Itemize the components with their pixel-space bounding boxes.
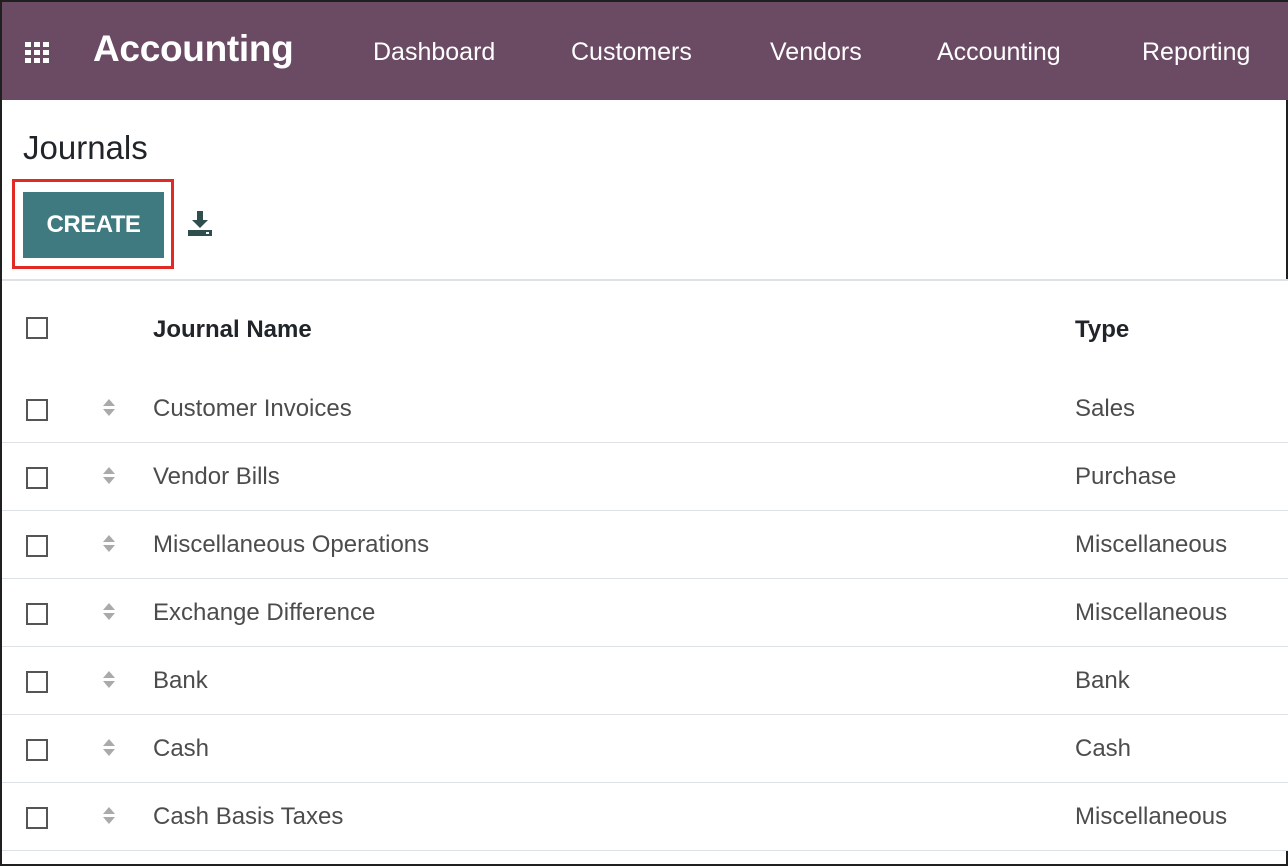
table-row[interactable]: Exchange Difference Miscellaneous: [2, 579, 1288, 647]
drag-handle-icon[interactable]: [103, 671, 115, 691]
drag-handle-icon[interactable]: [103, 535, 115, 555]
row-checkbox[interactable]: [26, 807, 48, 829]
row-checkbox[interactable]: [26, 671, 48, 693]
table-header: Journal Name Type: [2, 281, 1288, 375]
row-checkbox[interactable]: [26, 603, 48, 625]
journal-name: Vendor Bills: [153, 463, 280, 490]
journal-type: Miscellaneous: [1075, 803, 1228, 830]
app-title[interactable]: Accounting: [93, 28, 294, 70]
menu-dashboard[interactable]: Dashboard: [373, 38, 495, 67]
column-type[interactable]: Type: [1075, 316, 1129, 344]
table-row[interactable]: Customer Invoices Sales: [2, 375, 1288, 443]
table-row[interactable]: Bank Bank: [2, 647, 1288, 715]
journal-name: Cash: [153, 735, 210, 762]
journal-type: Miscellaneous: [1075, 531, 1228, 558]
journal-type: Miscellaneous: [1075, 599, 1228, 626]
journal-name: Customer Invoices: [153, 395, 352, 422]
top-navbar: Accounting Dashboard Customers Vendors A…: [2, 2, 1288, 100]
create-button[interactable]: CREATE: [23, 192, 164, 258]
row-checkbox[interactable]: [26, 399, 48, 421]
drag-handle-icon[interactable]: [103, 807, 115, 827]
row-checkbox[interactable]: [26, 535, 48, 557]
grid-icon[interactable]: [25, 42, 49, 64]
menu-accounting[interactable]: Accounting: [937, 38, 1061, 67]
journal-type: Bank: [1075, 667, 1130, 694]
column-journal-name[interactable]: Journal Name: [153, 316, 312, 344]
select-all-checkbox[interactable]: [26, 317, 48, 339]
journal-name: Miscellaneous Operations: [153, 531, 430, 558]
menu-customers[interactable]: Customers: [571, 38, 692, 67]
table-row[interactable]: Miscellaneous Operations Miscellaneous: [2, 511, 1288, 579]
journal-type: Cash: [1075, 735, 1132, 762]
drag-handle-icon[interactable]: [103, 603, 115, 623]
drag-handle-icon[interactable]: [103, 467, 115, 487]
table-row[interactable]: Cash Basis Taxes Miscellaneous: [2, 783, 1288, 851]
journal-name: Bank: [153, 667, 208, 694]
row-checkbox[interactable]: [26, 739, 48, 761]
page-title: Journals: [23, 129, 148, 166]
journal-name: Cash Basis Taxes: [153, 803, 344, 830]
drag-handle-icon[interactable]: [103, 739, 115, 759]
table-row[interactable]: Cash Cash: [2, 715, 1288, 783]
download-icon[interactable]: [188, 211, 212, 237]
table-row[interactable]: Vendor Bills Purchase: [2, 443, 1288, 511]
menu-reporting[interactable]: Reporting: [1142, 38, 1250, 67]
drag-handle-icon[interactable]: [103, 399, 115, 419]
menu-vendors[interactable]: Vendors: [770, 38, 862, 67]
journal-type: Purchase: [1075, 463, 1177, 490]
row-checkbox[interactable]: [26, 467, 48, 489]
journal-name: Exchange Difference: [153, 599, 376, 626]
journal-type: Sales: [1075, 395, 1136, 422]
